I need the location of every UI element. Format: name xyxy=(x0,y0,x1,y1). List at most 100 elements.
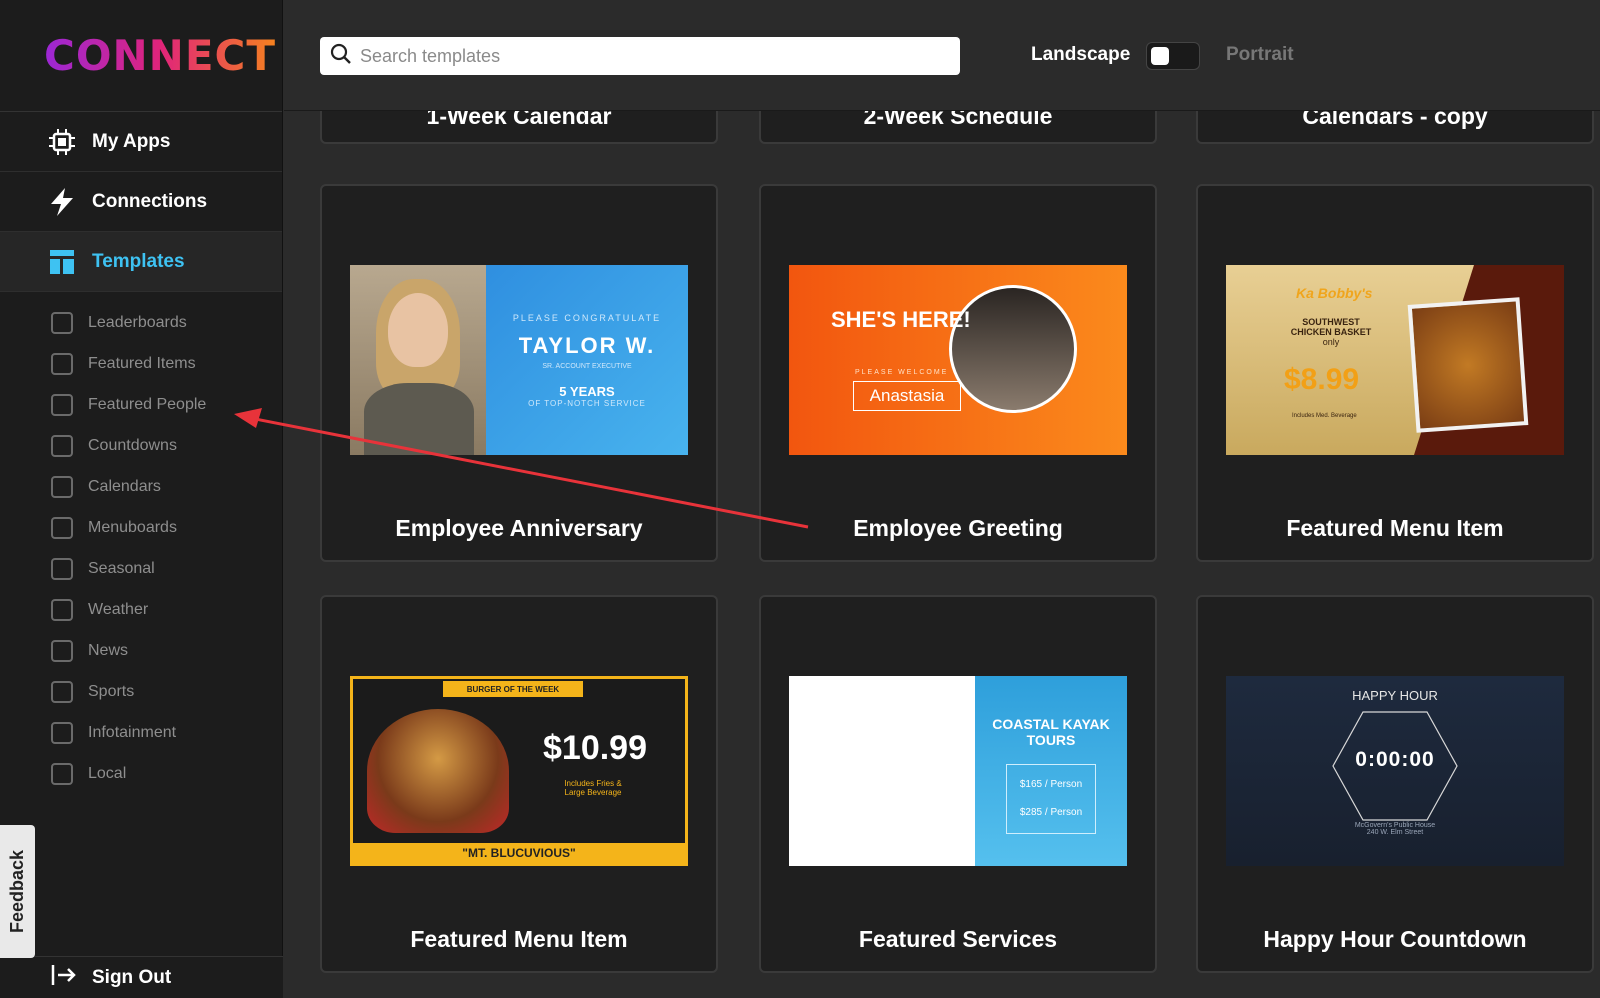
template-title: 2-Week Schedule xyxy=(863,111,1053,129)
toggle-knob xyxy=(1151,47,1169,65)
filter-sports[interactable]: Sports xyxy=(0,671,282,712)
checkbox[interactable] xyxy=(51,639,73,662)
filter-calendars[interactable]: Calendars xyxy=(0,466,282,507)
search-icon xyxy=(330,43,352,70)
orientation-toggle[interactable] xyxy=(1146,42,1200,70)
checkbox[interactable] xyxy=(51,393,73,416)
orientation-portrait-label[interactable]: Portrait xyxy=(1226,44,1294,66)
thumb-text: PLEASE WELCOME xyxy=(855,369,949,376)
food-photo xyxy=(1407,297,1529,433)
feedback-label: Feedback xyxy=(7,849,27,934)
connect-logo[interactable]: CONNECT xyxy=(44,31,276,80)
template-thumbnail: HAPPY HOUR 0:00:00 McGovern's Public Hou… xyxy=(1226,676,1564,866)
thumb-text: Includes Med. Beverage xyxy=(1292,413,1357,419)
checkbox[interactable] xyxy=(51,516,73,539)
template-title: Featured Menu Item xyxy=(410,926,628,952)
nav-templates[interactable]: Templates xyxy=(0,232,282,292)
checkbox[interactable] xyxy=(51,557,73,580)
nav-connections[interactable]: Connections xyxy=(0,172,282,232)
filter-label: Sports xyxy=(88,682,135,700)
nav-label-my-apps: My Apps xyxy=(92,130,171,152)
checkbox[interactable] xyxy=(51,762,73,785)
templates-grid: 1-Week Calendar 2-Week Schedule Calendar… xyxy=(284,111,1600,998)
sign-out-label: Sign Out xyxy=(92,966,172,988)
app-root: CONNECT My Apps Connections Templates Le… xyxy=(0,0,1600,998)
thumb-text: Ka Bobby's xyxy=(1296,285,1373,301)
logo-area: CONNECT xyxy=(0,0,282,112)
checkbox[interactable] xyxy=(51,352,73,375)
checkbox[interactable] xyxy=(51,311,73,334)
thumb-text: OF TOP-NOTCH SERVICE xyxy=(528,398,646,408)
template-thumbnail: BURGER OF THE WEEK $10.99 Includes Fries… xyxy=(350,676,688,866)
filter-label: Menuboards xyxy=(88,518,177,536)
checkbox[interactable] xyxy=(51,475,73,498)
nav-my-apps[interactable]: My Apps xyxy=(0,112,282,172)
template-title: Employee Greeting xyxy=(853,515,1063,541)
sign-out-button[interactable]: Sign Out xyxy=(0,956,283,998)
filter-label: Leaderboards xyxy=(88,313,187,331)
thumb-text: SHE'S HERE! xyxy=(831,307,971,332)
employee-photo xyxy=(350,265,486,455)
thumb-text: $8.99 xyxy=(1284,363,1360,396)
checkbox[interactable] xyxy=(51,598,73,621)
sidebar: CONNECT My Apps Connections Templates Le… xyxy=(0,0,283,998)
filter-featured-items[interactable]: Featured Items xyxy=(0,343,282,384)
template-title: 1-Week Calendar xyxy=(426,111,612,129)
thumb-text: 0:00:00 xyxy=(1355,748,1435,771)
template-card[interactable]: 2-Week Schedule xyxy=(759,111,1157,144)
thumb-text: BURGER OF THE WEEK xyxy=(443,681,583,697)
nav-label-templates: Templates xyxy=(92,250,185,272)
checkbox[interactable] xyxy=(51,721,73,744)
template-card[interactable]: Calendars - copy xyxy=(1196,111,1594,144)
filter-label: Countdowns xyxy=(88,436,177,454)
filter-news[interactable]: News xyxy=(0,630,282,671)
filter-infotainment[interactable]: Infotainment xyxy=(0,712,282,753)
thumb-text: TOURS xyxy=(1026,732,1076,748)
filter-local[interactable]: Local xyxy=(0,753,282,794)
template-card[interactable]: 1-Week Calendar xyxy=(320,111,718,144)
template-title: Featured Menu Item xyxy=(1286,515,1504,541)
template-title: Calendars - copy xyxy=(1302,111,1488,129)
category-filters: Leaderboards Featured Items Featured Peo… xyxy=(0,292,282,794)
template-thumbnail: Ka Bobby's SOUTHWEST CHICKEN BASKET only … xyxy=(1226,265,1564,455)
filter-weather[interactable]: Weather xyxy=(0,589,282,630)
orientation-landscape-label[interactable]: Landscape xyxy=(1031,44,1130,66)
template-title: Featured Services xyxy=(858,926,1058,952)
burger-photo xyxy=(367,709,509,833)
checkbox[interactable] xyxy=(51,434,73,457)
thumb-text: 5 YEARS xyxy=(559,383,615,399)
search-box[interactable] xyxy=(320,37,960,75)
template-card-employee-greeting[interactable]: SHE'S HERE! PLEASE WELCOME Anastasia Emp… xyxy=(759,184,1157,562)
filter-menuboards[interactable]: Menuboards xyxy=(0,507,282,548)
filter-countdowns[interactable]: Countdowns xyxy=(0,425,282,466)
feedback-tab[interactable]: Feedback xyxy=(0,825,35,958)
sign-out-icon xyxy=(50,963,78,992)
filter-label: Weather xyxy=(88,600,149,618)
bolt-icon xyxy=(46,186,78,218)
thumb-text: Includes Fries & Large Beverage xyxy=(564,779,622,797)
filter-label: News xyxy=(88,641,129,659)
template-card-employee-anniversary[interactable]: PLEASE CONGRATULATE TAYLOR W. SR. ACCOUN… xyxy=(320,184,718,562)
thumb-text: SR. ACCOUNT EXECUTIVE xyxy=(542,362,632,370)
template-card-featured-menu-item[interactable]: BURGER OF THE WEEK $10.99 Includes Fries… xyxy=(320,595,718,973)
templates-icon xyxy=(46,246,78,278)
template-card-happy-hour-countdown[interactable]: HAPPY HOUR 0:00:00 McGovern's Public Hou… xyxy=(1196,595,1594,973)
employee-photo xyxy=(949,285,1077,413)
thumb-text: $10.99 xyxy=(543,729,647,767)
thumb-text: "MT. BLUCUVIOUS" xyxy=(353,843,685,863)
template-card-featured-menu-item[interactable]: Ka Bobby's SOUTHWEST CHICKEN BASKET only … xyxy=(1196,184,1594,562)
checkbox[interactable] xyxy=(51,680,73,703)
template-thumbnail: PLEASE CONGRATULATE TAYLOR W. SR. ACCOUN… xyxy=(350,265,688,455)
price-box: $165 / Person $285 / Person xyxy=(1006,764,1096,834)
search-input[interactable] xyxy=(360,45,920,67)
template-card-featured-services[interactable]: COASTAL KAYAK TOURS $165 / Person $285 / … xyxy=(759,595,1157,973)
filter-leaderboards[interactable]: Leaderboards xyxy=(0,302,282,343)
filter-label: Infotainment xyxy=(88,723,177,741)
filter-label: Seasonal xyxy=(88,559,155,577)
thumb-text: COASTAL KAYAK xyxy=(992,716,1110,732)
thumb-text: McGovern's Public House 240 W. Elm Street xyxy=(1354,822,1436,836)
filter-seasonal[interactable]: Seasonal xyxy=(0,548,282,589)
filter-featured-people[interactable]: Featured People xyxy=(0,384,282,425)
thumb-text: SOUTHWEST CHICKEN BASKET only xyxy=(1290,317,1372,347)
thumb-text: HAPPY HOUR xyxy=(1352,688,1438,703)
